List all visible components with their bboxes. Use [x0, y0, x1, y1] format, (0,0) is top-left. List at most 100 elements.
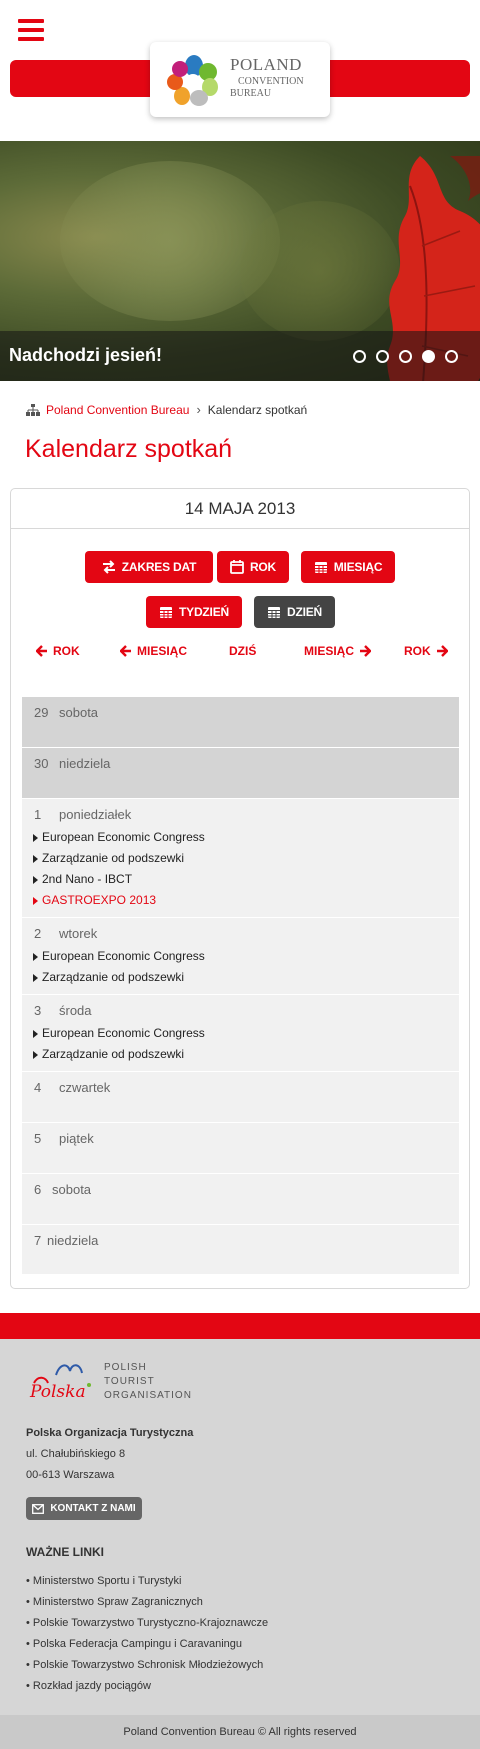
- event-link[interactable]: European Economic Congress: [22, 1023, 459, 1044]
- footer-link-label: Polskie Towarzystwo Turystyczno-Krajozna…: [32, 1617, 269, 1629]
- footer-link[interactable]: • Polskie Towarzystwo Schronisk Młodzież…: [26, 1655, 268, 1676]
- menu-icon[interactable]: [18, 19, 44, 41]
- event-title: European Economic Congress: [42, 949, 205, 963]
- event-link[interactable]: Zarządzanie od podszewki: [22, 848, 459, 869]
- breadcrumb-separator: ›: [196, 402, 201, 417]
- footer-red-bar: [0, 1313, 480, 1339]
- event-title: European Economic Congress: [42, 830, 205, 844]
- exchange-icon: [102, 560, 115, 574]
- flower-logo-icon: [167, 55, 218, 106]
- calendar-grid-icon: [160, 607, 173, 618]
- footer-link-label: Polska Federacja Campingu i Caravaningu: [32, 1638, 243, 1650]
- hero-caption-bar: Nadchodzi jesień!: [0, 331, 480, 381]
- contact-button-label: KONTAKT Z NAMI: [50, 1503, 136, 1514]
- slider-dot[interactable]: [353, 350, 366, 363]
- calendar-day[interactable]: 4 czwartek: [22, 1072, 459, 1123]
- calendar-nav: ROK MIESIĄC DZIŚ MIESIĄC ROK: [11, 644, 471, 664]
- calendar-day[interactable]: 7 niedziela: [22, 1225, 459, 1275]
- next-year-link[interactable]: ROK: [404, 644, 448, 658]
- day-number: 6: [34, 1182, 42, 1197]
- slider-dot[interactable]: [399, 350, 412, 363]
- next-year-label: ROK: [404, 644, 431, 658]
- event-link[interactable]: Zarządzanie od podszewki: [22, 967, 459, 988]
- hero-slider[interactable]: Nadchodzi jesień!: [0, 141, 480, 381]
- year-view-label: ROK: [249, 560, 277, 574]
- copyright-bar: Poland Convention Bureau © All rights re…: [0, 1715, 480, 1749]
- site-logo[interactable]: POLAND CONVENTION BUREAU: [150, 42, 330, 117]
- polska-logo[interactable]: Polska: [26, 1361, 96, 1405]
- day-name: poniedziałek: [59, 807, 132, 822]
- prev-month-label: MIESIĄC: [137, 644, 188, 658]
- arrow-right-icon: [360, 645, 372, 657]
- footer-link-label: Rozkład jazdy pociągów: [32, 1680, 151, 1692]
- calendar-icon: [230, 560, 244, 574]
- site-footer: Polska POLISH TOURIST ORGANISATION Polsk…: [0, 1339, 480, 1715]
- footer-link[interactable]: • Ministerstwo Spraw Zagranicznych: [26, 1592, 268, 1613]
- week-view-label: TYDZIEŃ: [179, 605, 229, 619]
- pto-line-2: TOURIST: [104, 1376, 155, 1387]
- caret-right-icon: [33, 1050, 38, 1059]
- contact-button[interactable]: KONTAKT Z NAMI: [26, 1497, 142, 1520]
- day-view-label: DZIEŃ: [286, 605, 322, 619]
- day-number: 3: [34, 1003, 42, 1018]
- event-title: Zarządzanie od podszewki: [42, 851, 185, 865]
- pto-text: POLISH TOURIST ORGANISATION: [104, 1361, 192, 1403]
- day-name: środa: [59, 1003, 92, 1018]
- date-range-button[interactable]: ZAKRES DAT: [85, 551, 213, 583]
- calendar-day[interactable]: 5 piątek: [22, 1123, 459, 1174]
- calendar-grid-icon: [314, 562, 327, 573]
- slider-dot-active[interactable]: [422, 350, 435, 363]
- caret-right-icon: [33, 1029, 38, 1038]
- month-view-button[interactable]: MIESIĄC: [301, 551, 395, 583]
- event-link[interactable]: European Economic Congress: [22, 827, 459, 848]
- event-link-highlighted[interactable]: GASTROEXPO 2013: [22, 890, 459, 911]
- event-link[interactable]: 2nd Nano - IBCT: [22, 869, 459, 890]
- calendar-day[interactable]: 2 wtorek European Economic Congress Zarzą…: [22, 918, 459, 995]
- footer-link[interactable]: • Ministerstwo Sportu i Turystyki: [26, 1571, 268, 1592]
- today-label: DZIŚ: [229, 644, 257, 658]
- calendar-grid-icon: [267, 607, 280, 618]
- calendar-day[interactable]: 3 środa European Economic Congress Zarząd…: [22, 995, 459, 1072]
- address-block: Polska Organizacja Turystyczna ul. Chału…: [26, 1423, 193, 1486]
- breadcrumb-home-link[interactable]: Poland Convention Bureau: [46, 403, 189, 417]
- calendar-day[interactable]: 29 sobota: [22, 697, 459, 748]
- slider-dot[interactable]: [445, 350, 458, 363]
- day-name: czwartek: [59, 1080, 111, 1095]
- links-title: WAŻNE LINKI: [26, 1545, 104, 1559]
- slider-dot[interactable]: [376, 350, 389, 363]
- week-view-button[interactable]: TYDZIEŃ: [146, 596, 242, 628]
- logo-line-2: CONVENTION: [238, 76, 304, 87]
- caret-right-icon: [33, 875, 38, 884]
- calendar-day[interactable]: 1 poniedziałek European Economic Congress…: [22, 799, 459, 918]
- logo-line-3: BUREAU: [230, 88, 272, 99]
- day-name: wtorek: [59, 926, 98, 941]
- footer-link[interactable]: • Polska Federacja Campingu i Caravaning…: [26, 1634, 268, 1655]
- day-number: 7: [34, 1233, 42, 1248]
- prev-year-link[interactable]: ROK: [36, 644, 80, 658]
- breadcrumb: Poland Convention Bureau › Kalendarz spo…: [26, 402, 307, 417]
- today-link[interactable]: DZIŚ: [229, 644, 256, 658]
- street: ul. Chałubińskiego 8: [26, 1448, 126, 1460]
- arrow-left-icon: [120, 645, 131, 657]
- prev-month-link[interactable]: MIESIĄC: [120, 644, 187, 658]
- day-number: 30: [34, 756, 49, 771]
- day-number: 4: [34, 1080, 42, 1095]
- footer-link[interactable]: • Polskie Towarzystwo Turystyczno-Krajoz…: [26, 1613, 268, 1634]
- event-title: European Economic Congress: [42, 1026, 205, 1040]
- day-name: piątek: [59, 1131, 94, 1146]
- day-number: 5: [34, 1131, 42, 1146]
- event-link[interactable]: Zarządzanie od podszewki: [22, 1044, 459, 1065]
- next-month-link[interactable]: MIESIĄC: [304, 644, 372, 658]
- calendar-day[interactable]: 30 niedziela: [22, 748, 459, 799]
- calendar-day[interactable]: 6 sobota: [22, 1174, 459, 1225]
- sitemap-icon: [26, 403, 40, 416]
- year-view-button[interactable]: ROK: [217, 551, 289, 583]
- footer-link[interactable]: • Rozkład jazdy pociągów: [26, 1676, 268, 1697]
- arrow-right-icon: [436, 645, 448, 657]
- day-view-button[interactable]: DZIEŃ: [254, 596, 335, 628]
- caret-right-icon: [33, 896, 38, 905]
- footer-link-label: Polskie Towarzystwo Schronisk Młodzieżow…: [32, 1659, 264, 1671]
- caret-right-icon: [33, 973, 38, 982]
- caret-right-icon: [33, 833, 38, 842]
- event-link[interactable]: European Economic Congress: [22, 946, 459, 967]
